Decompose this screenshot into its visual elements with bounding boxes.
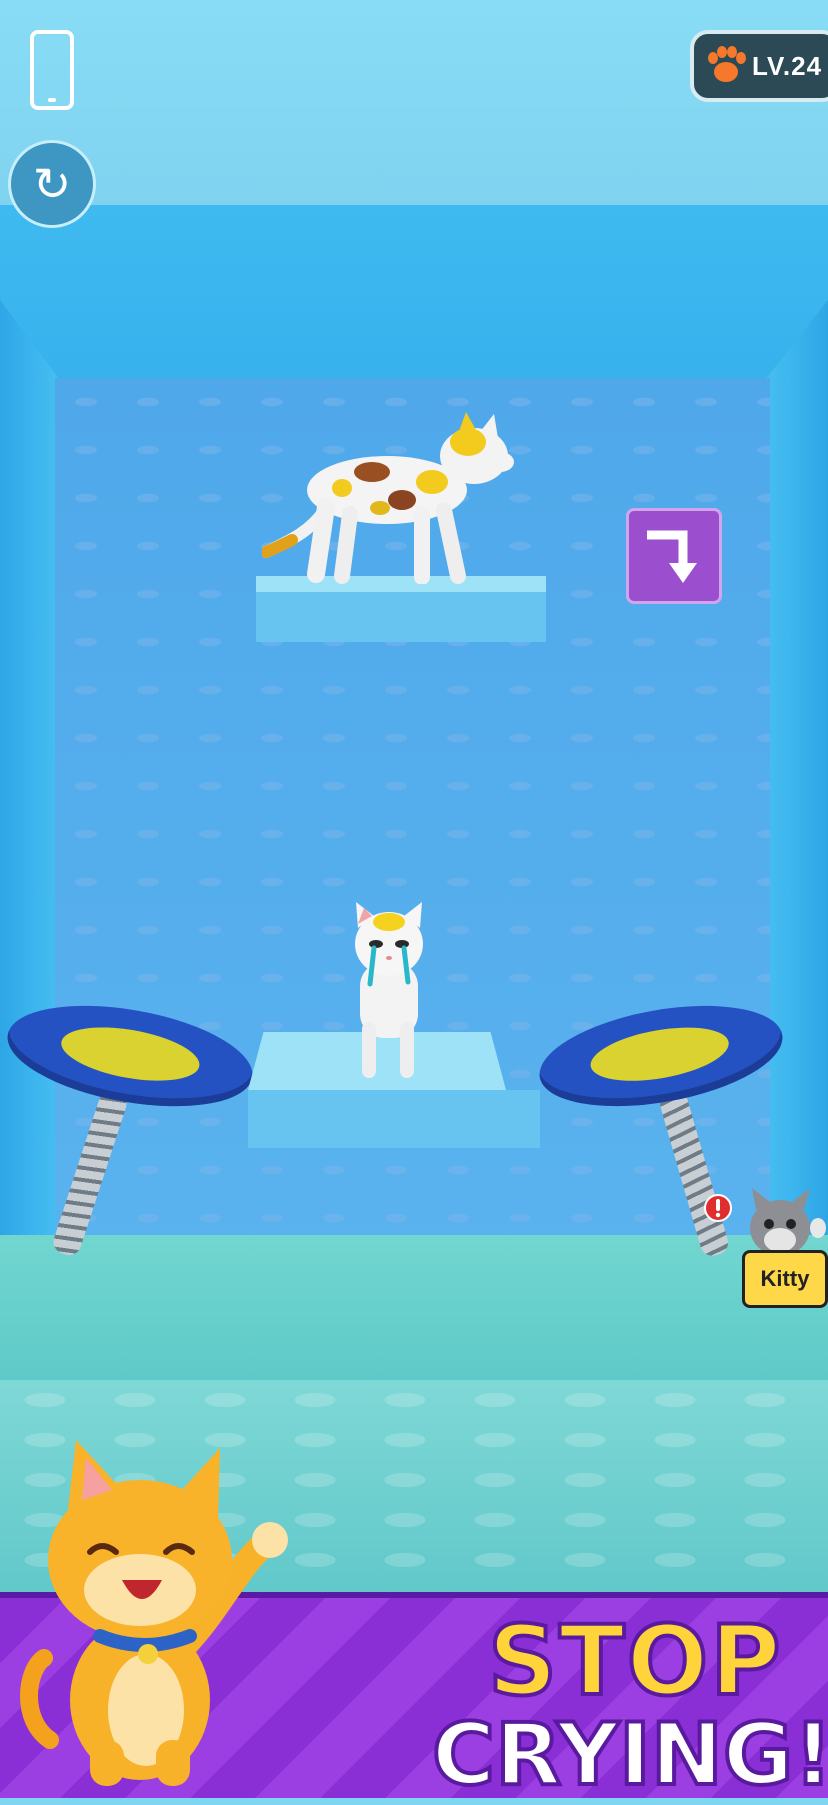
restart-icon: ↻ (32, 157, 72, 211)
orange-cartoon-cat (20, 1440, 288, 1786)
restart-button[interactable]: ↻ (8, 140, 96, 228)
banner-title-line2: CRYING! (430, 1703, 828, 1805)
calico-cat[interactable] (262, 412, 534, 584)
white-crying-cat[interactable] (344, 902, 434, 1080)
right-trampoline-pad (586, 1018, 733, 1090)
water-floor (0, 1235, 828, 1385)
exclamation-icon (704, 1194, 732, 1222)
kitty-name-badge[interactable]: Kitty (742, 1250, 828, 1308)
top-platform (256, 576, 546, 642)
banner-title-line1: STOP (486, 1603, 783, 1719)
turn-down-arrow-icon (647, 530, 697, 583)
level-badge: LV.24 (690, 30, 828, 102)
direction-tile[interactable] (626, 508, 722, 604)
left-wall (0, 300, 60, 1320)
phone-portrait-icon (30, 30, 74, 110)
left-trampoline-pad (57, 1018, 204, 1090)
right-wall (765, 300, 828, 1320)
level-label: LV.24 (752, 50, 823, 81)
paw-icon (706, 46, 746, 86)
room-ceiling (0, 205, 828, 385)
